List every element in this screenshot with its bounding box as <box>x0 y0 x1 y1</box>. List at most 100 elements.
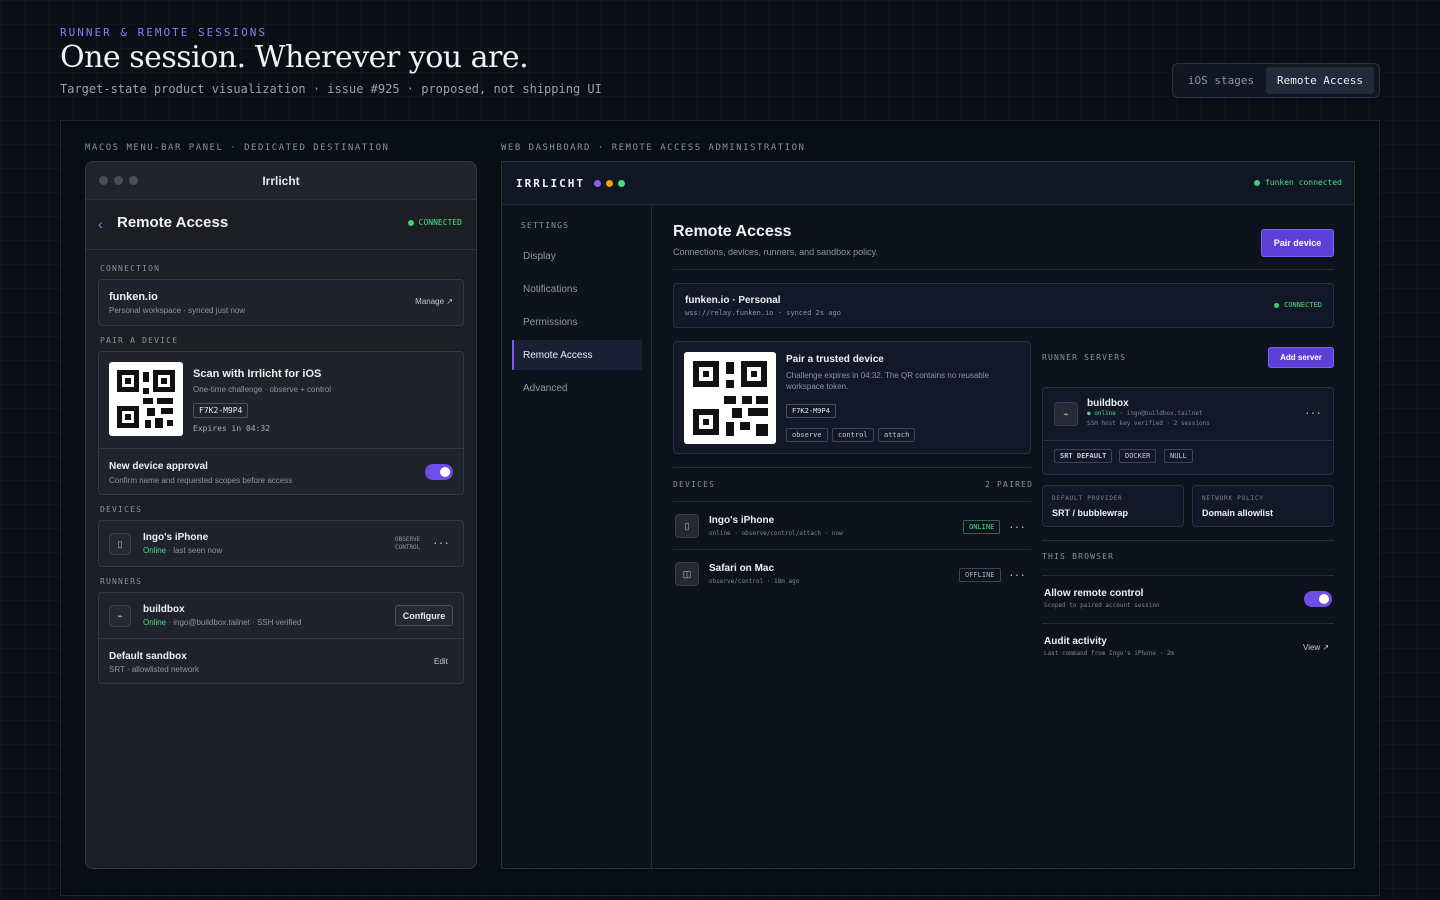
divider <box>673 467 1031 468</box>
device-row[interactable]: ▯ Ingo's iPhone Online · last seen now O… <box>98 520 464 567</box>
browser-icon: ◫ <box>675 562 699 586</box>
mac-titlebar: Irrlicht <box>86 162 476 200</box>
page-title: One session. Wherever you are. <box>60 40 529 75</box>
pair-label: PAIR A DEVICE <box>100 336 179 345</box>
connection-card[interactable]: funken.io Personal workspace · synced ju… <box>98 279 464 326</box>
connection-card[interactable]: funken.io · Personal wss://relay.funken.… <box>673 283 1334 328</box>
remote-control-title: Allow remote control <box>1044 588 1144 599</box>
provider-card[interactable]: DEFAULT PROVIDER SRT / bubblewrap <box>1042 485 1184 527</box>
device-row[interactable]: ◫ Safari on Mac observe/control · 18m ag… <box>673 550 1031 597</box>
more-icon[interactable]: ··· <box>433 534 450 550</box>
device-scope-observe: OBSERVE <box>395 536 421 543</box>
edit-link[interactable]: Edit <box>434 657 448 666</box>
more-icon[interactable]: ··· <box>1009 566 1026 582</box>
web-section-label: WEB DASHBOARD · REMOTE ACCESS ADMINISTRA… <box>501 143 806 153</box>
pair-card: Scan with Irrlicht for iOS One-time chal… <box>98 351 464 495</box>
settings-sidebar: SETTINGS Display Notifications Permissio… <box>502 205 652 868</box>
web-topbar: IRRLICHT funken connected <box>502 162 1354 205</box>
policy-card[interactable]: NETWORK POLICY Domain allowlist <box>1192 485 1334 527</box>
mac-section-label: MACOS MENU-BAR PANEL · DEDICATED DESTINA… <box>85 143 390 153</box>
connection-status-badge: CONNECTED <box>1274 301 1322 309</box>
runner-detail: · ingo@buildbox.tailnet · SSH verified <box>166 618 302 627</box>
tab-ios-stages[interactable]: iOS stages <box>1176 67 1266 94</box>
audit-detail: Last command from Ingo's iPhone · 2m <box>1044 650 1175 657</box>
runner-tag-srt: SRT DEFAULT <box>1054 449 1113 463</box>
runners-label: RUNNERS <box>100 577 143 586</box>
policy-value: Domain allowlist <box>1202 508 1274 518</box>
manage-link[interactable]: Manage ↗ <box>415 297 453 306</box>
pair-card: Pair a trusted device Challenge expires … <box>673 341 1031 454</box>
back-chevron-icon[interactable]: ‹ <box>98 216 103 232</box>
browser-label: THIS BROWSER <box>1042 552 1115 561</box>
divider <box>673 269 1334 270</box>
phone-icon: ▯ <box>109 533 131 555</box>
pair-code: F7K2-M9P4 <box>193 403 249 418</box>
runner-status-line: Online · ingo@buildbox.tailnet · SSH ver… <box>143 618 301 627</box>
runner-status-text: online <box>1094 410 1116 417</box>
top-connection-status: funken connected <box>1253 178 1342 187</box>
status-badge: OFFLINE <box>959 568 1001 582</box>
settings-label: SETTINGS <box>521 221 570 230</box>
divider <box>99 448 463 449</box>
runner-status: ● online <box>1087 410 1116 417</box>
more-icon[interactable]: ··· <box>1009 518 1026 534</box>
approval-title: New device approval <box>109 461 208 472</box>
configure-button[interactable]: Configure <box>395 605 453 626</box>
device-name: Safari on Mac <box>709 563 775 574</box>
window-title: Irrlicht <box>262 174 300 188</box>
runners-label: RUNNER SERVERS <box>1042 353 1127 362</box>
terminal-icon: ⌁ <box>109 605 131 627</box>
connection-name: funken.io · Personal <box>685 295 781 306</box>
device-status-line: Online · last seen now <box>143 546 222 555</box>
pair-device-button[interactable]: Pair device <box>1261 229 1334 257</box>
runner-card[interactable]: ⌁ buildbox ● online · ingo@buildbox.tail… <box>1042 387 1334 475</box>
main-subtitle: Connections, devices, runners, and sandb… <box>673 247 878 257</box>
divider <box>1043 440 1333 441</box>
device-status: Online <box>143 546 167 555</box>
devices-label: DEVICES <box>100 505 143 514</box>
device-detail: online · observe/control/attach · now <box>709 530 843 537</box>
scope-tag-control: control <box>832 428 874 442</box>
status-dot-icon <box>407 219 414 226</box>
scope-tag-observe: observe <box>786 428 828 442</box>
web-dashboard: IRRLICHT funken connected SETTINGS Displ… <box>501 161 1355 869</box>
runner-tag-docker: DOCKER <box>1119 449 1157 463</box>
view-audit-link[interactable]: View ↗ <box>1303 643 1329 652</box>
device-detail: observe/control · 18m ago <box>709 578 800 585</box>
view-switcher: iOS stages Remote Access <box>1172 63 1380 98</box>
brand-dot-purple <box>594 180 601 187</box>
runner-status-line: ● online · ingo@buildbox.tailnet <box>1087 410 1203 417</box>
divider <box>99 638 463 639</box>
sidebar-item-display[interactable]: Display <box>512 241 642 271</box>
divider <box>1042 540 1334 541</box>
more-icon[interactable]: ··· <box>1305 404 1322 420</box>
scope-tag-attach: attach <box>878 428 916 442</box>
status-text: CONNECTED <box>418 218 462 227</box>
sandbox-title: Default sandbox <box>109 651 187 662</box>
qr-code <box>109 362 183 436</box>
remote-control-detail: Scoped to paired account session <box>1044 602 1160 609</box>
top-status-text: funken connected <box>1264 178 1342 187</box>
sandbox-detail: SRT · allowlisted network <box>109 665 199 674</box>
policy-label: NETWORK POLICY <box>1202 495 1264 502</box>
divider <box>1042 623 1334 624</box>
add-server-button[interactable]: Add server <box>1268 347 1334 368</box>
sidebar-item-advanced[interactable]: Advanced <box>512 373 642 403</box>
sidebar-item-permissions[interactable]: Permissions <box>512 307 642 337</box>
sidebar-item-notifications[interactable]: Notifications <box>512 274 642 304</box>
connection-label: CONNECTION <box>100 264 161 273</box>
pair-expiry: Expires in 04:32 <box>193 424 271 433</box>
eyebrow: RUNNER & REMOTE SESSIONS <box>60 26 267 39</box>
runner-tag-null: NULL <box>1164 449 1193 463</box>
device-row[interactable]: ▯ Ingo's iPhone online · observe/control… <box>673 502 1031 549</box>
devices-label: DEVICES <box>673 480 716 489</box>
connection-detail: Personal workspace · synced just now <box>109 306 246 315</box>
approval-toggle[interactable] <box>425 464 453 480</box>
remote-control-toggle[interactable] <box>1304 591 1332 607</box>
device-name: Ingo's iPhone <box>143 532 209 543</box>
sidebar-item-remote-access[interactable]: Remote Access <box>512 340 642 370</box>
runner-detail: SSH host key verified · 2 sessions <box>1087 420 1210 427</box>
approval-detail: Confirm name and requested scopes before… <box>109 476 293 485</box>
tab-remote-access[interactable]: Remote Access <box>1266 67 1374 94</box>
device-name: Ingo's iPhone <box>709 515 775 526</box>
